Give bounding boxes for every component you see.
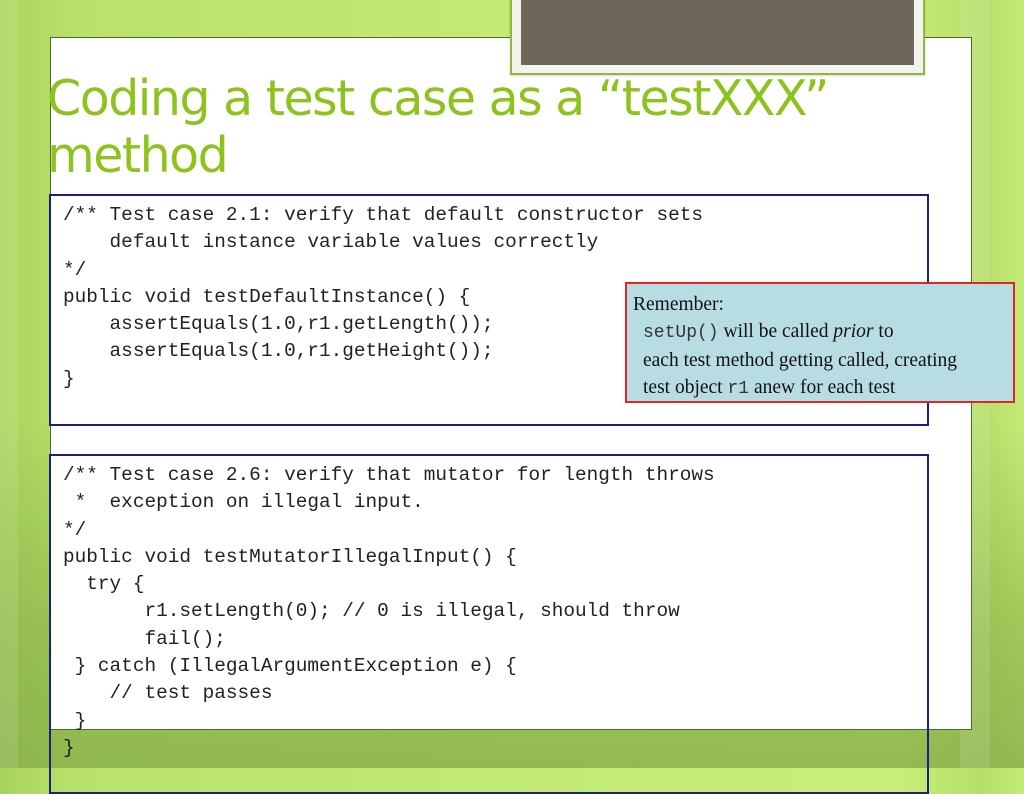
callout-heading: Remember:	[633, 294, 724, 315]
callout-text: test object	[643, 377, 728, 398]
callout-line-4: test object r1 anew for each test	[633, 374, 1013, 403]
code-line: default instance variable values correct…	[63, 231, 599, 254]
slide-title-line-1: Coding a test case as a “testXXX”	[47, 70, 829, 127]
code-line: }	[63, 736, 75, 759]
code-line: // test passes	[63, 682, 273, 705]
callout-code-r1: r1	[727, 379, 750, 399]
callout-text: to	[873, 321, 894, 342]
callout-text: will be called	[718, 321, 834, 342]
code-line: public void testMutatorIllegalInput() {	[63, 545, 517, 568]
code-line: fail();	[63, 627, 226, 650]
code-line: /** Test case 2.1: verify that default c…	[63, 204, 703, 226]
slide-title-line-2: method	[47, 127, 229, 184]
code-block-test-mutator-illegal-input: /** Test case 2.6: verify that mutator f…	[49, 454, 929, 794]
photo-frame	[510, 0, 925, 75]
callout-code-setup: setUp()	[643, 323, 719, 343]
photo-placeholder	[521, 0, 914, 65]
background-streak	[0, 0, 18, 768]
callout-line-3: each test method getting called, creatin…	[643, 350, 958, 371]
code-line: /** Test case 2.6: verify that mutator f…	[63, 464, 715, 486]
code-line: */	[63, 518, 87, 541]
code-line: }	[63, 709, 87, 732]
code-line: try {	[63, 573, 145, 596]
callout-emphasis-prior: prior	[833, 321, 874, 342]
callout-line-2: setUp() will be called prior to	[633, 318, 1013, 347]
code-line: */	[63, 258, 87, 281]
remember-callout: Remember: setUp() will be called prior t…	[625, 282, 1015, 403]
slide-title: Coding a test case as a “testXXX” method	[47, 70, 947, 184]
code-line: r1.setLength(0); // 0 is illegal, should…	[63, 600, 680, 623]
callout-text: anew for each test	[749, 377, 896, 398]
code-line: } catch (IllegalArgumentException e) {	[63, 655, 517, 678]
code-line: * exception on illegal input.	[63, 491, 424, 514]
